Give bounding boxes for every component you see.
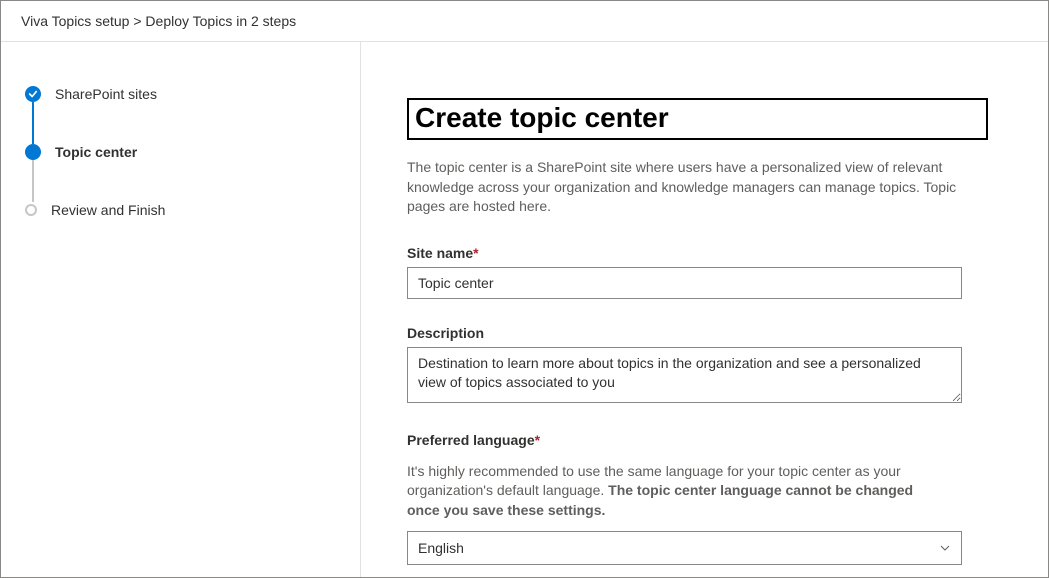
required-asterisk: * xyxy=(473,245,478,261)
description-field: Description Destination to learn more ab… xyxy=(407,325,962,406)
step-label: Topic center xyxy=(55,144,137,160)
breadcrumb: Viva Topics setup > Deploy Topics in 2 s… xyxy=(1,1,1048,42)
label-text: Preferred language xyxy=(407,432,535,448)
checkmark-icon xyxy=(25,86,41,102)
step-label: Review and Finish xyxy=(51,202,165,218)
page-title-box: Create topic center xyxy=(407,98,988,140)
step-sharepoint-sites[interactable]: SharePoint sites xyxy=(25,86,336,102)
description-label: Description xyxy=(407,325,962,341)
current-step-icon xyxy=(25,144,41,160)
language-selected-value: English xyxy=(418,540,464,556)
language-select[interactable]: English xyxy=(407,531,962,565)
site-name-input[interactable] xyxy=(407,267,962,299)
step-connector xyxy=(32,160,34,202)
breadcrumb-current: Deploy Topics in 2 steps xyxy=(145,13,296,29)
site-name-field: Site name* xyxy=(407,245,962,299)
step-review-finish[interactable]: Review and Finish xyxy=(25,202,336,218)
page-intro: The topic center is a SharePoint site wh… xyxy=(407,158,988,217)
main-panel: Create topic center The topic center is … xyxy=(361,42,1048,577)
required-asterisk: * xyxy=(535,432,540,448)
pending-step-icon xyxy=(25,204,37,216)
step-label: SharePoint sites xyxy=(55,86,157,102)
language-field: Preferred language* It's highly recommen… xyxy=(407,432,962,565)
label-text: Site name xyxy=(407,245,473,261)
language-helper: It's highly recommended to use the same … xyxy=(407,462,947,521)
steps-sidebar: SharePoint sites Topic center Review and… xyxy=(1,42,361,577)
description-textarea[interactable]: Destination to learn more about topics i… xyxy=(407,347,962,403)
setup-window: Viva Topics setup > Deploy Topics in 2 s… xyxy=(0,0,1049,578)
page-title: Create topic center xyxy=(415,102,980,134)
step-connector xyxy=(32,102,34,144)
step-topic-center[interactable]: Topic center xyxy=(25,144,336,160)
language-label: Preferred language* xyxy=(407,432,962,448)
site-name-label: Site name* xyxy=(407,245,962,261)
breadcrumb-parent[interactable]: Viva Topics setup xyxy=(21,13,129,29)
breadcrumb-separator: > xyxy=(133,13,141,29)
content-area: SharePoint sites Topic center Review and… xyxy=(1,42,1048,577)
chevron-down-icon xyxy=(939,542,951,554)
